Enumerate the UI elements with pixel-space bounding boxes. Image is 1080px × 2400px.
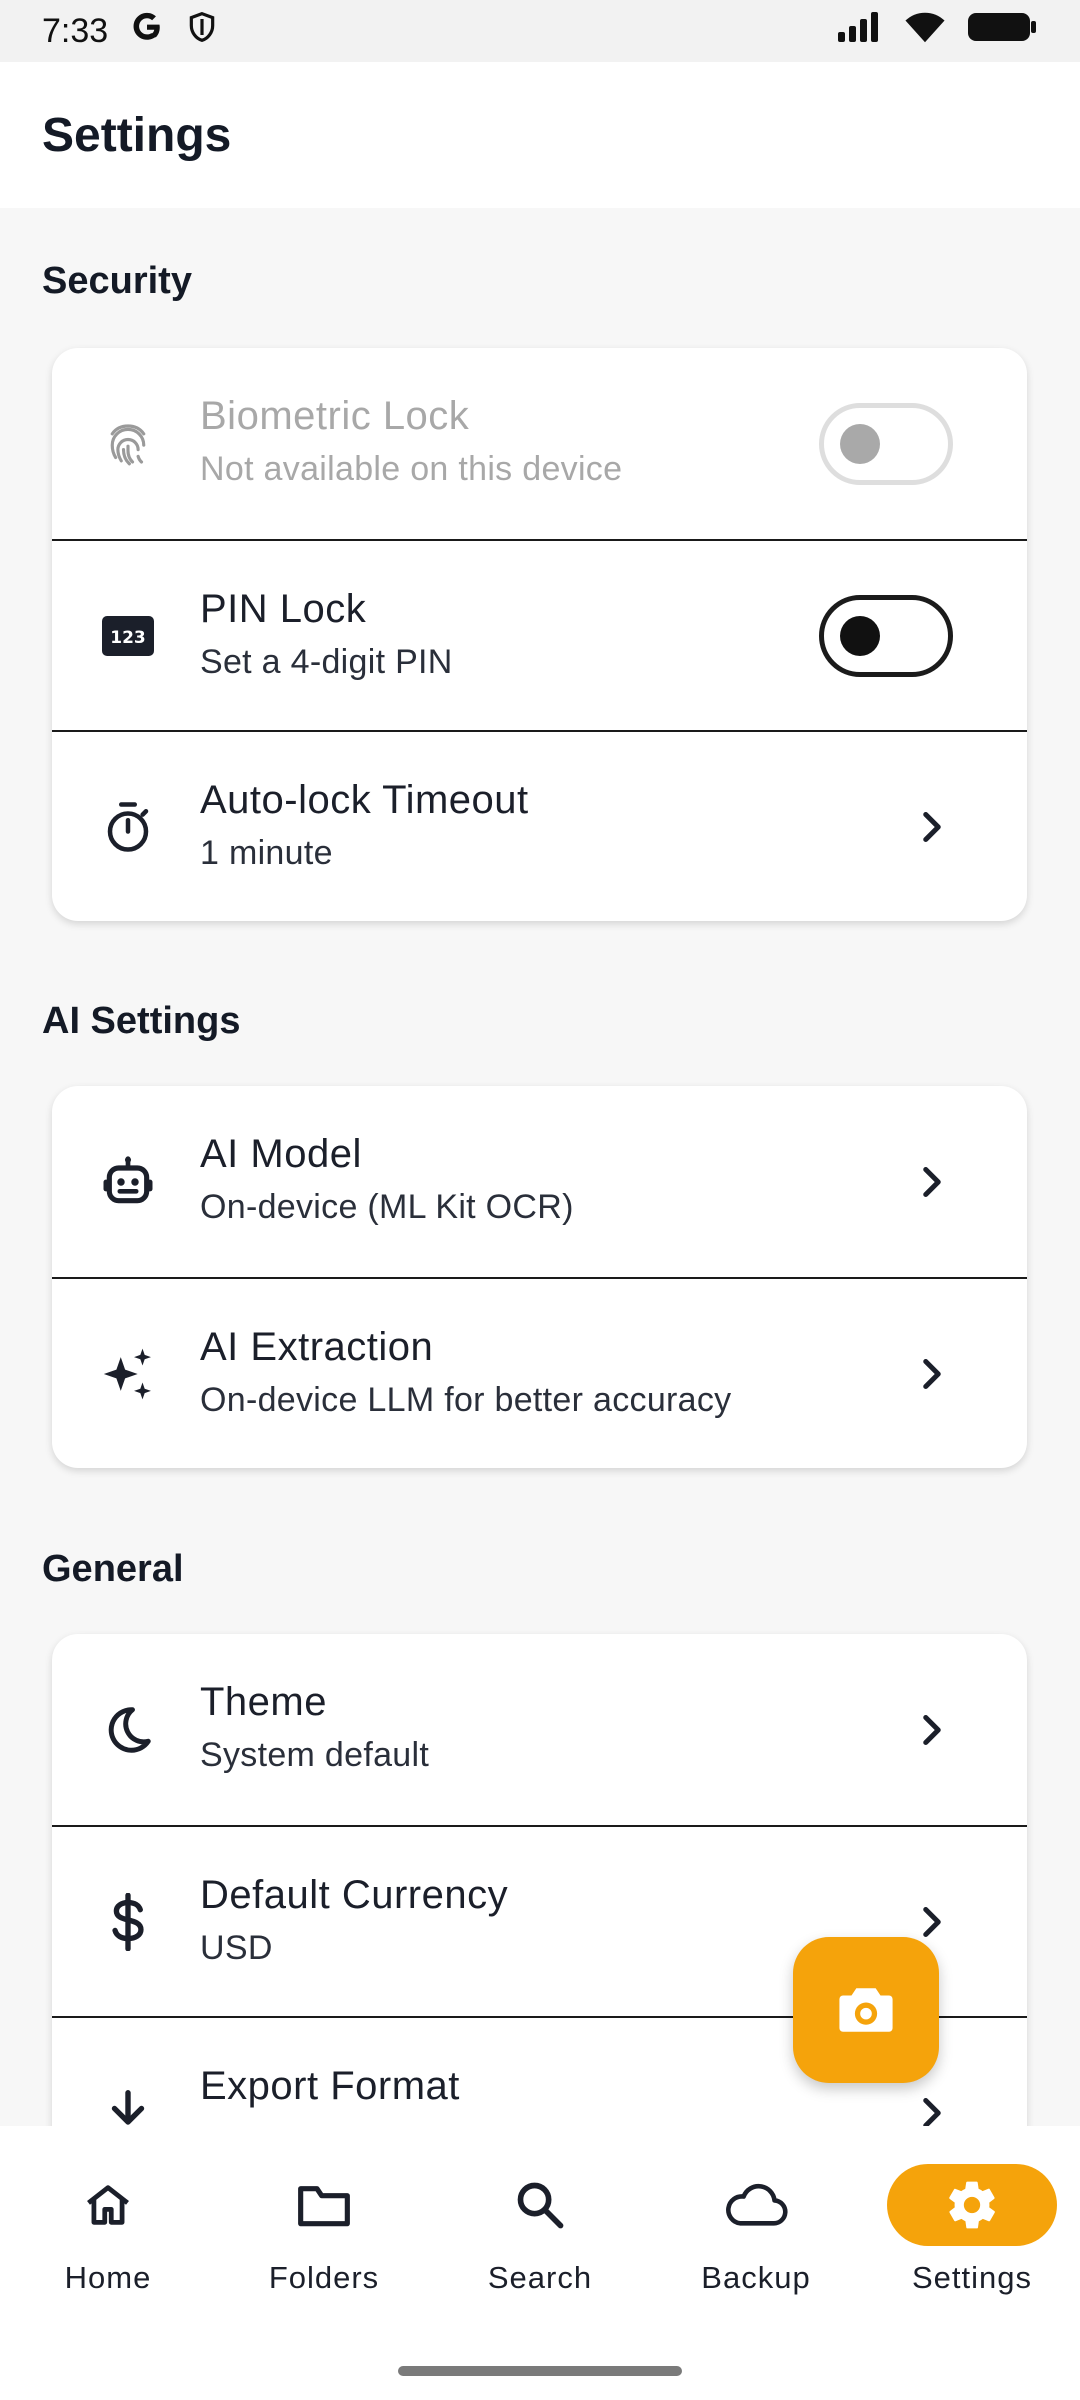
nav-home[interactable]: Home bbox=[8, 2164, 208, 2304]
toggle-knob bbox=[840, 615, 880, 656]
chevron-right-icon bbox=[923, 1166, 941, 1197]
dollar-icon bbox=[98, 1892, 158, 1952]
google-icon bbox=[130, 10, 164, 53]
signal-icon bbox=[836, 10, 884, 53]
default-currency-title: Default Currency bbox=[200, 1873, 509, 1917]
nav-backup[interactable]: Backup bbox=[656, 2164, 856, 2304]
theme-subtitle: System default bbox=[200, 1736, 430, 1774]
status-bar: 7:33 bbox=[0, 0, 1080, 62]
camera-fab-button[interactable] bbox=[793, 1937, 939, 2083]
fingerprint-icon bbox=[98, 414, 158, 474]
biometric-lock-row: Biometric Lock Not available on this dev… bbox=[52, 348, 1027, 539]
nav-search[interactable]: Search bbox=[440, 2164, 640, 2304]
auto-lock-subtitle: 1 minute bbox=[200, 834, 333, 872]
camera-icon bbox=[839, 1988, 893, 2032]
ai-extraction-title: AI Extraction bbox=[200, 1325, 434, 1369]
auto-lock-timeout-row[interactable]: Auto-lock Timeout 1 minute bbox=[52, 730, 1027, 921]
toggle-knob bbox=[840, 423, 880, 464]
pin-lock-toggle[interactable] bbox=[819, 594, 953, 677]
pin-icon: 123 bbox=[98, 606, 158, 666]
pin-lock-title: PIN Lock bbox=[200, 587, 367, 631]
nav-icon-container bbox=[23, 2164, 193, 2246]
pin-lock-row[interactable]: 123 PIN Lock Set a 4-digit PIN bbox=[52, 539, 1027, 730]
section-title-general: General bbox=[42, 1548, 184, 1590]
section-title-ai-settings: AI Settings bbox=[42, 1000, 241, 1042]
ai-model-row[interactable]: AI Model On-device (ML Kit OCR) bbox=[52, 1086, 1027, 1277]
theme-row[interactable]: Theme System default bbox=[52, 1634, 1027, 1825]
app-bar: Settings bbox=[0, 62, 1080, 208]
ai-extraction-row[interactable]: AI Extraction On-device LLM for better a… bbox=[52, 1277, 1027, 1468]
biometric-lock-subtitle: Not available on this device bbox=[200, 450, 623, 488]
shield-icon bbox=[186, 10, 218, 53]
biometric-lock-title: Biometric Lock bbox=[200, 394, 470, 438]
ai-extraction-subtitle: On-device LLM for better accuracy bbox=[200, 1381, 732, 1419]
pin-icon-label: 123 bbox=[110, 628, 146, 648]
export-format-title: Export Format bbox=[200, 2064, 460, 2108]
biometric-lock-toggle bbox=[819, 402, 953, 485]
status-time: 7:33 bbox=[42, 11, 109, 50]
nav-label-search: Search bbox=[487, 2260, 593, 2295]
nav-icon-container bbox=[239, 2164, 409, 2246]
default-currency-subtitle: USD bbox=[200, 1929, 273, 1967]
section-title-security: Security bbox=[42, 260, 192, 302]
security-card: Biometric Lock Not available on this dev… bbox=[52, 348, 1027, 921]
moon-icon bbox=[98, 1700, 158, 1760]
chevron-right-icon bbox=[923, 1358, 941, 1389]
home-icon bbox=[87, 2185, 129, 2225]
bottom-navigation: Home Folders Search Backup Settings bbox=[0, 2126, 1080, 2400]
chevron-right-icon bbox=[923, 1714, 941, 1745]
download-icon bbox=[98, 2083, 158, 2127]
nav-settings[interactable]: Settings bbox=[872, 2164, 1072, 2304]
chevron-right-icon bbox=[923, 811, 941, 842]
nav-label-settings: Settings bbox=[911, 2260, 1032, 2295]
search-icon bbox=[517, 2182, 564, 2229]
gear-icon bbox=[949, 2181, 995, 2229]
chevron-right-icon bbox=[923, 1906, 941, 1937]
nav-icon-container bbox=[671, 2164, 841, 2246]
robot-icon bbox=[98, 1152, 158, 1212]
ai-model-subtitle: On-device (ML Kit OCR) bbox=[200, 1188, 574, 1226]
nav-label-backup: Backup bbox=[701, 2260, 811, 2295]
nav-icon-container bbox=[887, 2164, 1057, 2246]
ai-model-title: AI Model bbox=[200, 1132, 362, 1176]
sparkle-icon bbox=[98, 1344, 158, 1404]
nav-label-folders: Folders bbox=[268, 2260, 380, 2295]
auto-lock-title: Auto-lock Timeout bbox=[200, 778, 529, 822]
home-indicator[interactable] bbox=[398, 2366, 682, 2376]
nav-folders[interactable]: Folders bbox=[224, 2164, 424, 2304]
page-title: Settings bbox=[42, 108, 232, 162]
cloud-icon bbox=[726, 2183, 788, 2226]
chevron-right-icon bbox=[923, 2097, 941, 2126]
pin-lock-subtitle: Set a 4-digit PIN bbox=[200, 643, 453, 681]
theme-title: Theme bbox=[200, 1680, 327, 1724]
timer-icon bbox=[98, 797, 158, 857]
ai-settings-card: AI Model On-device (ML Kit OCR) AI Extra… bbox=[52, 1086, 1027, 1468]
nav-label-home: Home bbox=[64, 2260, 152, 2295]
wifi-icon bbox=[904, 10, 946, 53]
battery-icon bbox=[966, 10, 1038, 53]
settings-list[interactable]: Security Biometric Lock Not available on… bbox=[0, 208, 1080, 2126]
nav-icon-container bbox=[455, 2164, 625, 2246]
folder-icon bbox=[298, 2186, 350, 2227]
